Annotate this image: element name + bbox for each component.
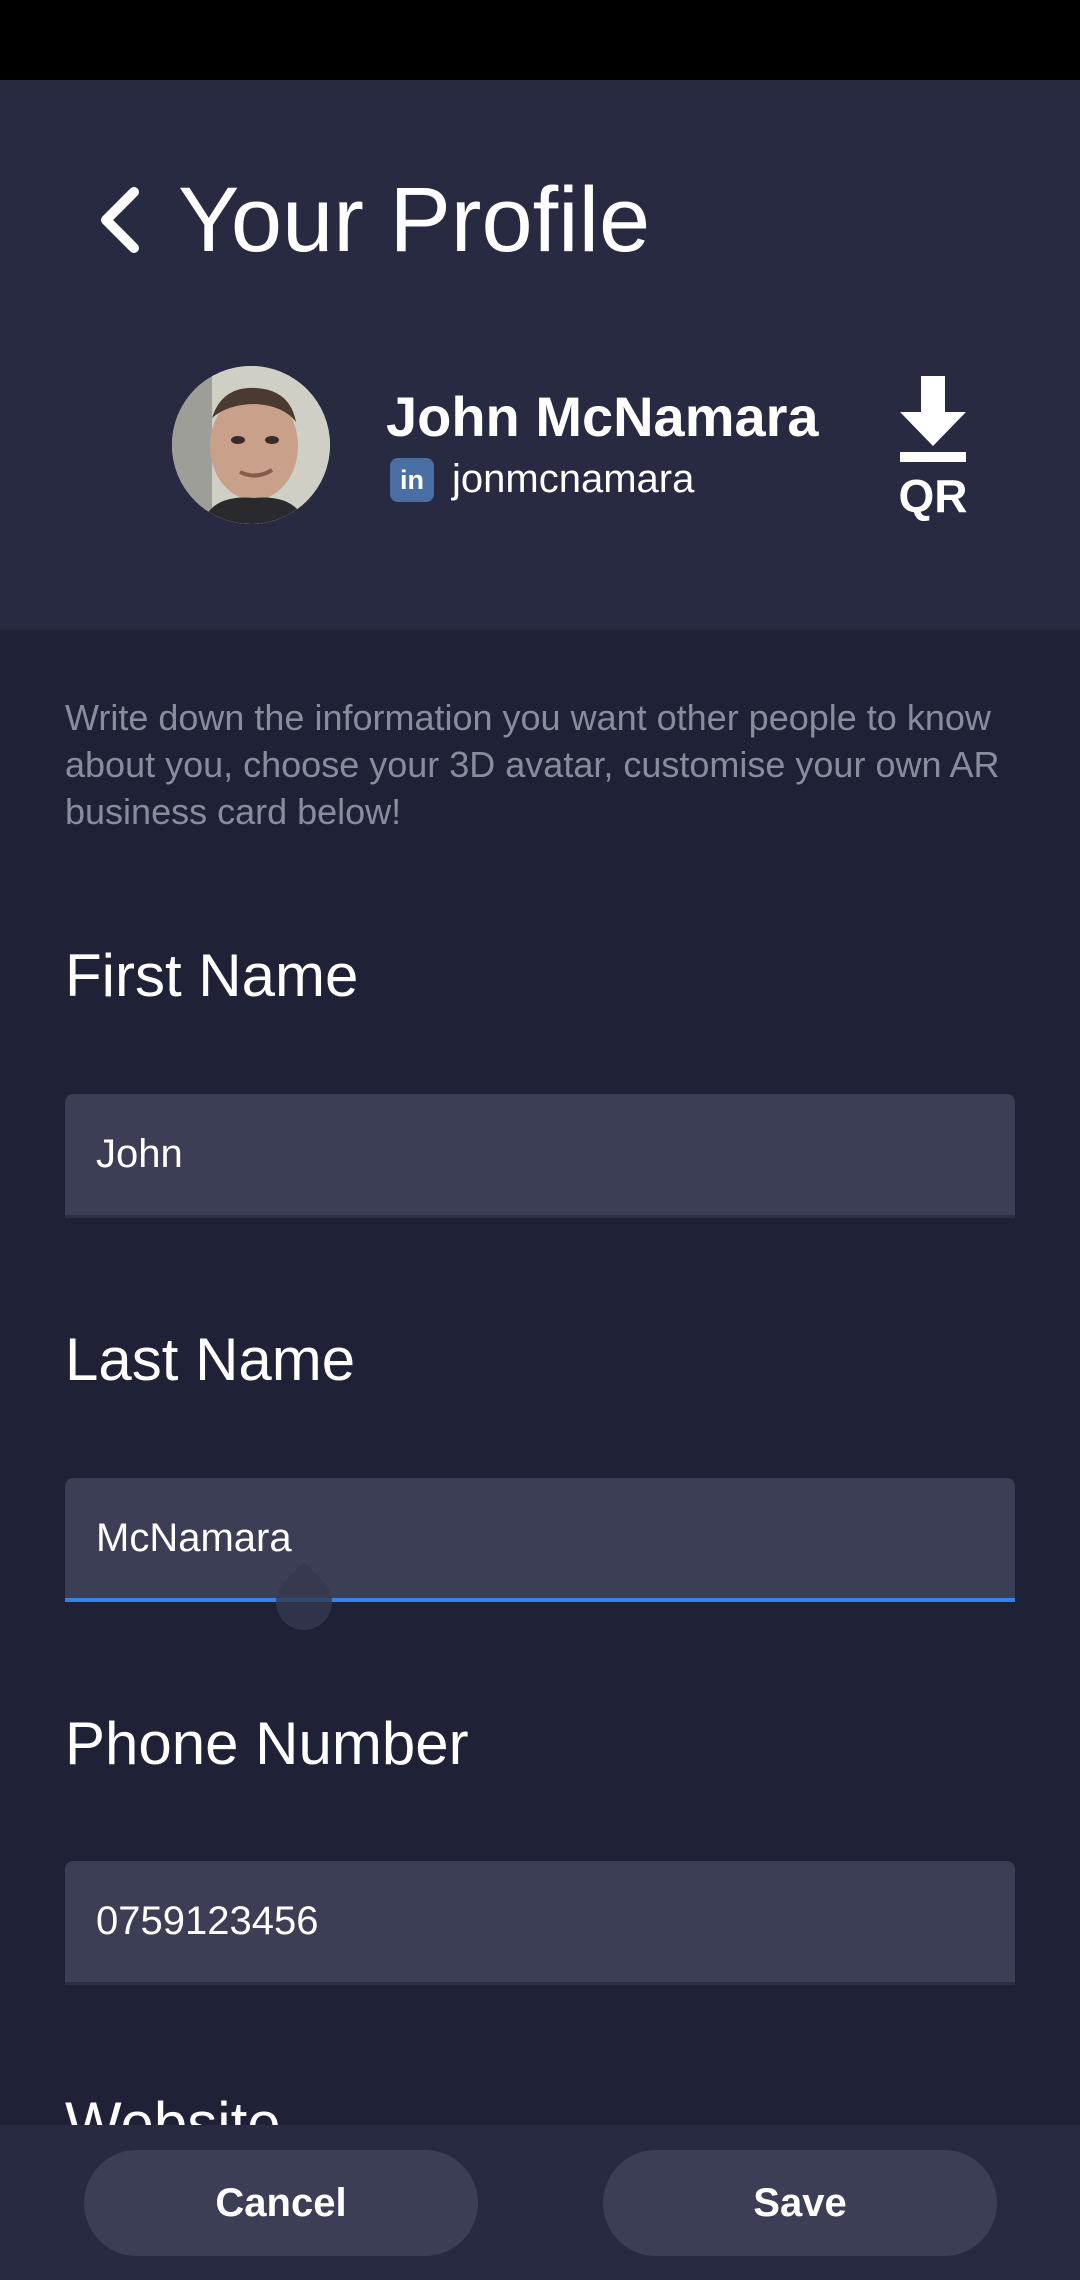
- first-name-input[interactable]: [65, 1094, 1015, 1218]
- linkedin-handle: jonmcnamara: [452, 457, 695, 501]
- last-name-input[interactable]: [65, 1478, 1015, 1602]
- save-button[interactable]: Save: [603, 2150, 997, 2256]
- download-qr-button[interactable]: QR: [888, 372, 978, 532]
- back-button[interactable]: [80, 175, 160, 265]
- footer-bar: Cancel Save: [0, 2125, 1080, 2280]
- intro-text: Write down the information you want othe…: [65, 697, 1000, 832]
- profile-name: John McNamara: [386, 385, 819, 448]
- phone-number-input[interactable]: [65, 1861, 1015, 1985]
- status-bar: [0, 0, 1080, 80]
- linkedin-icon: in: [390, 458, 434, 502]
- qr-label: QR: [898, 470, 968, 522]
- chevron-left-icon: [101, 187, 139, 253]
- download-icon: [900, 376, 966, 462]
- cancel-button[interactable]: Cancel: [84, 2150, 478, 2256]
- phone-number-label: Phone Number: [65, 1710, 469, 1777]
- avatar: [172, 366, 330, 524]
- profile-header: [0, 80, 1080, 630]
- last-name-label: Last Name: [65, 1326, 356, 1393]
- page-title: Your Profile: [178, 169, 651, 271]
- first-name-label: First Name: [65, 942, 359, 1009]
